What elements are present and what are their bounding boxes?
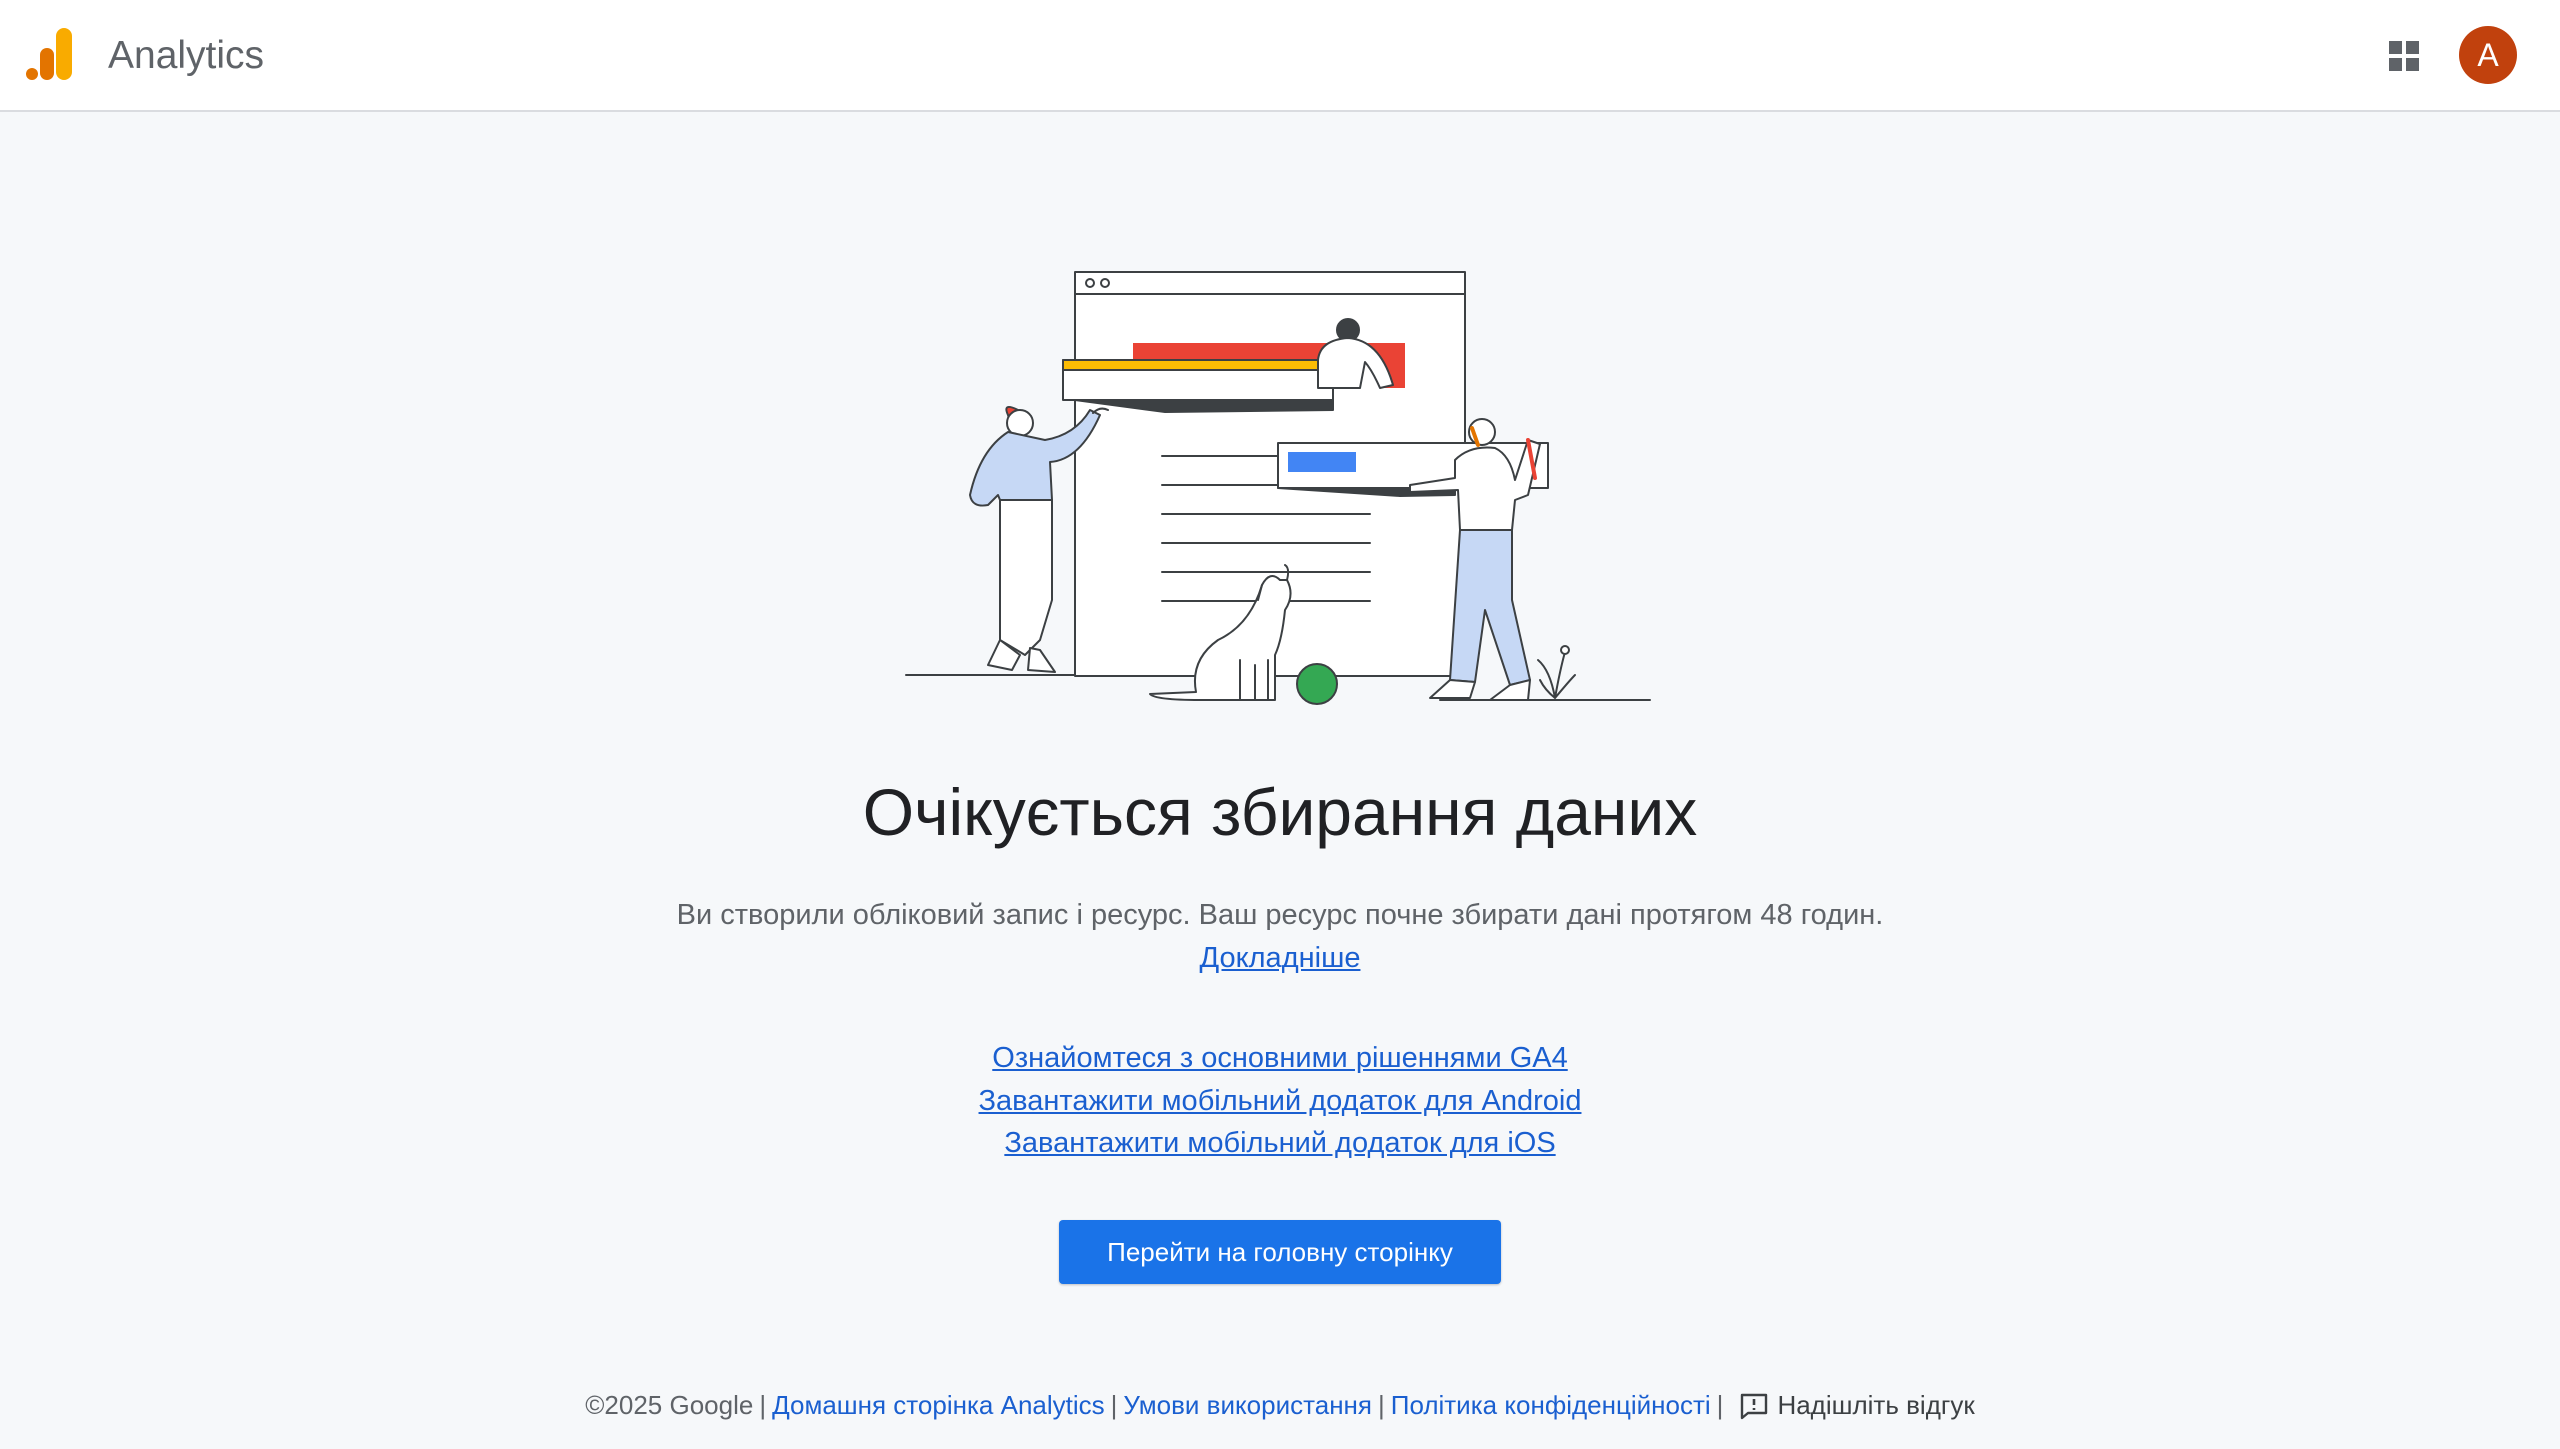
footer-separator: | bbox=[1110, 1390, 1118, 1420]
send-feedback-button[interactable]: Надішліть відгук bbox=[1739, 1385, 1975, 1425]
send-feedback-label: Надішліть відгук bbox=[1777, 1390, 1975, 1420]
android-app-link[interactable]: Завантажити мобільний додаток для Androi… bbox=[979, 1085, 1582, 1117]
top-app-bar: Analytics A bbox=[0, 0, 2560, 112]
terms-link[interactable]: Умови використання bbox=[1123, 1390, 1372, 1420]
resource-links: Ознайомтеся з основними рішеннями GA4 За… bbox=[0, 1037, 2560, 1165]
ga4-solutions-link[interactable]: Ознайомтеся з основними рішеннями GA4 bbox=[992, 1042, 1567, 1074]
learn-more-link[interactable]: Докладніше bbox=[1200, 942, 1361, 974]
footer-separator: | bbox=[1377, 1390, 1385, 1420]
feedback-icon bbox=[1741, 1393, 1768, 1420]
footer: ©2025 Google | Домашня сторінка Analytics |… bbox=[0, 1385, 2560, 1425]
analytics-logo-icon[interactable] bbox=[26, 28, 74, 82]
account-avatar[interactable]: A bbox=[2459, 26, 2517, 84]
footer-separator: | bbox=[759, 1390, 767, 1420]
privacy-link[interactable]: Політика конфіденційності bbox=[1391, 1390, 1711, 1420]
description-text: Ви створили обліковий запис і ресурс. Ва… bbox=[676, 899, 1884, 931]
learn-more-container: Докладніше bbox=[0, 938, 2560, 978]
apps-grid-icon[interactable] bbox=[2382, 34, 2426, 78]
analytics-home-link[interactable]: Домашня сторінка Analytics bbox=[772, 1390, 1105, 1420]
ios-app-link[interactable]: Завантажити мобільний додаток для iOS bbox=[1004, 1127, 1555, 1159]
page-title: Очікується збирання даних bbox=[862, 775, 1698, 849]
footer-separator: | bbox=[1716, 1390, 1724, 1420]
go-to-home-button[interactable]: Перейти на головну сторінку bbox=[1059, 1220, 1501, 1284]
copyright-text: ©2025 Google bbox=[585, 1390, 754, 1420]
app-name[interactable]: Analytics bbox=[108, 32, 264, 80]
data-collection-illustration bbox=[905, 271, 1651, 705]
